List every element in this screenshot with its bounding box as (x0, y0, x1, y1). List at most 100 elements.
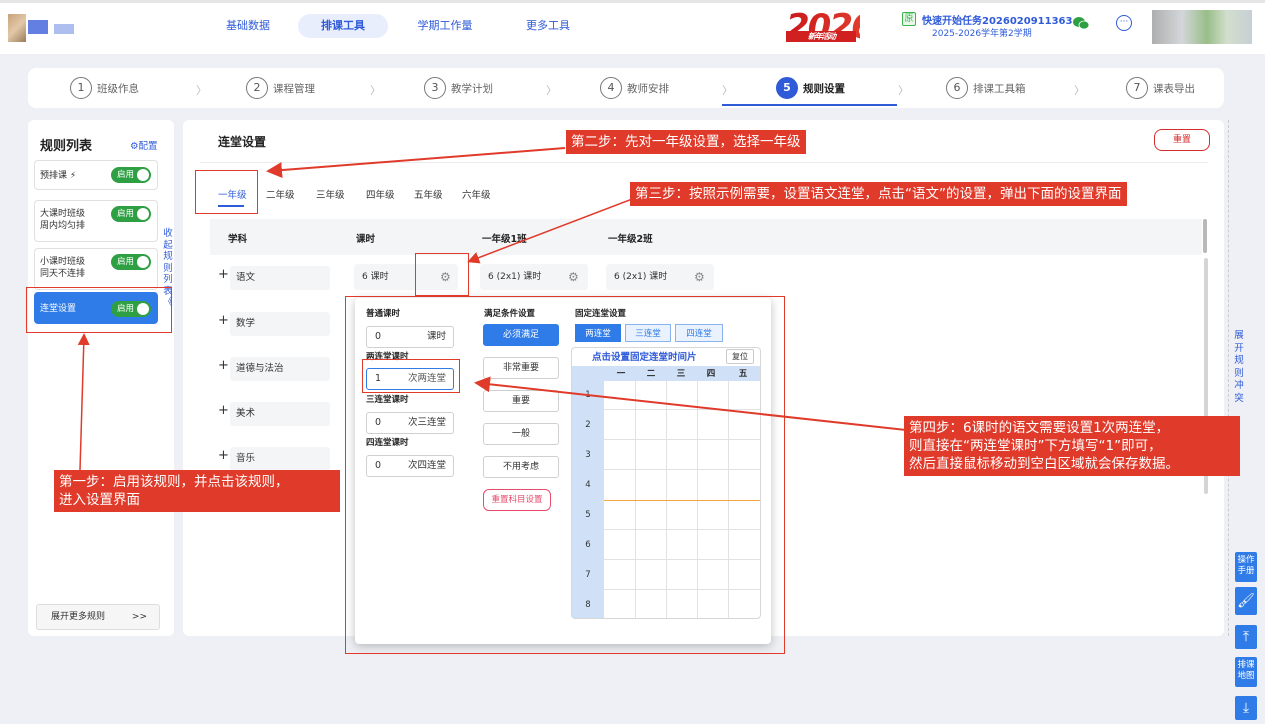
download-icon[interactable]: ⤓ (1235, 696, 1257, 720)
subject-cell: 数学 (230, 312, 330, 336)
annotation-box-popup (345, 296, 785, 654)
step-num: 1 (70, 77, 92, 99)
subject-cell: 美术 (230, 402, 330, 426)
rule-toggle[interactable]: 启用 (111, 254, 151, 270)
new-year-badge[interactable]: 2026 新 年 活 动 (786, 7, 860, 43)
school-name-blurred (28, 20, 48, 34)
badge-sub: 新 年 活 动 (786, 31, 856, 42)
rule-item-pre-schedule[interactable]: 预排课 ⚡ 启用 (34, 160, 158, 190)
rule-item-label: 小课时班级 同天不连排 (40, 257, 86, 279)
expand-plus-icon[interactable]: + (218, 448, 229, 463)
step-num: 7 (1126, 77, 1148, 99)
manual-button[interactable]: 操作手册 (1235, 552, 1257, 582)
step-5[interactable]: 5 规则设置 (776, 75, 845, 101)
gear-icon[interactable]: ⚙ (694, 270, 705, 284)
chevron-right-icon: 〉 (898, 84, 909, 97)
horizontal-scrollbar[interactable] (1203, 219, 1207, 253)
page-title: 连堂设置 (218, 135, 267, 149)
grade-tab-5[interactable]: 五年级 (414, 187, 443, 201)
nav-term-workload[interactable]: 学期工作量 (412, 14, 478, 38)
subject-cell: 语文 (230, 266, 330, 290)
nav-more-tools[interactable]: 更多工具 (520, 14, 576, 38)
school-logo (8, 14, 26, 42)
paint-roller-icon[interactable]: 🖌 (1235, 587, 1257, 615)
subject-cell: 音乐 (230, 447, 330, 471)
rule-item-label: 大课时班级 周内均匀排 (40, 209, 86, 231)
active-step-underline (722, 104, 897, 106)
expand-rule-conflicts[interactable]: 展开规则冲突 (1233, 330, 1245, 405)
grade-tab-2[interactable]: 二年级 (266, 187, 295, 201)
right-divider (1228, 120, 1229, 636)
step-label: 排课工具箱 (973, 82, 1026, 95)
grade-tab-4[interactable]: 四年级 (366, 187, 395, 201)
rule-list-title: 规则列表 (40, 139, 93, 154)
back-to-top-icon[interactable]: ⤒ (1235, 625, 1257, 649)
step-2[interactable]: 2 课程管理 (246, 75, 315, 101)
annotation-step1: 第一步：启用该规则，并点击该规则， 进入设置界面 (54, 470, 340, 512)
expand-plus-icon[interactable]: + (218, 358, 229, 373)
step-label: 课程管理 (273, 82, 315, 95)
rule-item-label: 预排课 ⚡ (40, 171, 77, 181)
step-label: 班级作息 (97, 82, 139, 95)
annotation-box-grade (195, 170, 258, 214)
task-term: 2025-2026学年第2学期 (932, 29, 1032, 39)
task-title[interactable]: 快速开始任务2026020911363... (922, 12, 1084, 27)
step-num: 2 (246, 77, 268, 99)
chevron-right-icon: 〉 (1074, 84, 1085, 97)
gear-icon[interactable]: ⚙ (568, 270, 579, 284)
annotation-step2: 第二步：先对一年级设置，选择一年级 (566, 130, 806, 154)
school-name-blurred-2 (54, 24, 74, 34)
rule-toggle[interactable]: 启用 (111, 206, 151, 222)
step-7[interactable]: 7 课表导出 (1126, 75, 1195, 101)
nav-scheduling-tools[interactable]: 排课工具 (298, 14, 388, 38)
step-6[interactable]: 6 排课工具箱 (946, 75, 1026, 101)
step-num: 4 (600, 77, 622, 99)
expand-plus-icon[interactable]: + (218, 267, 229, 282)
nav-basic-data[interactable]: 基础数据 (220, 14, 276, 38)
annotation-box-rule (26, 287, 172, 333)
grade-tab-6[interactable]: 六年级 (462, 187, 491, 201)
step-label: 课表导出 (1153, 82, 1195, 95)
annotation-step4: 第四步：6课时的语文需要设置1次两连堂， 则直接在“两连堂课时”下方填写“1”即… (904, 416, 1240, 476)
expand-plus-icon[interactable]: + (218, 403, 229, 418)
more-rules-arrow: >> (131, 612, 147, 622)
step-num: 3 (424, 77, 446, 99)
step-label: 教学计划 (451, 82, 493, 95)
chevron-right-icon: 〉 (546, 84, 557, 97)
schedule-map-button[interactable]: 排课地图 (1235, 657, 1257, 687)
wechat-icon[interactable] (1073, 16, 1089, 30)
user-avatar[interactable] (1152, 10, 1252, 44)
rule-config-link[interactable]: ⚙配置 (130, 138, 158, 152)
chat-icon[interactable]: ··· (1116, 15, 1132, 31)
annotation-box-input (362, 359, 460, 393)
rule-list-panel (28, 120, 174, 636)
column-header-class2: 一年级2班 (608, 234, 653, 245)
more-rules-label: 展开更多规则 (51, 612, 106, 622)
expand-plus-icon[interactable]: + (218, 313, 229, 328)
column-header-hours: 课时 (356, 234, 376, 245)
step-label: 规则设置 (803, 82, 845, 95)
annotation-step3: 第三步：按照示例需要，设置语文连堂，点击“语文”的设置，弹出下面的设置界面 (630, 182, 1127, 206)
chevron-right-icon: 〉 (196, 84, 207, 97)
step-4[interactable]: 4 教师安排 (600, 75, 669, 101)
expand-more-rules-button[interactable]: 展开更多规则 >> (36, 604, 160, 630)
step-num: 5 (776, 77, 798, 99)
rule-item-even-distribution[interactable]: 大课时班级 周内均匀排 启用 (34, 200, 158, 242)
subject-cell: 道德与法治 (230, 357, 330, 381)
column-header-class1: 一年级1班 (482, 234, 527, 245)
step-bar: 1 班级作息 〉 2 课程管理 〉 3 教学计划 〉 4 教师安排 〉 5 规则设置 〉 … (28, 68, 1224, 108)
task-tag: 原 (902, 12, 916, 26)
column-header-subject: 学科 (228, 234, 248, 245)
rule-item-no-consecutive[interactable]: 小课时班级 同天不连排 启用 (34, 248, 158, 290)
divider (200, 162, 1208, 163)
step-1[interactable]: 1 班级作息 (70, 75, 139, 101)
annotation-box-gear (415, 253, 469, 296)
grade-tab-3[interactable]: 三年级 (316, 187, 345, 201)
step-num: 6 (946, 77, 968, 99)
chevron-right-icon: 〉 (370, 84, 381, 97)
step-3[interactable]: 3 教学计划 (424, 75, 493, 101)
step-label: 教师安排 (627, 82, 669, 95)
rule-toggle[interactable]: 启用 (111, 167, 151, 183)
reset-button[interactable]: 重置 (1154, 129, 1210, 151)
chevron-right-icon: 〉 (722, 84, 733, 97)
